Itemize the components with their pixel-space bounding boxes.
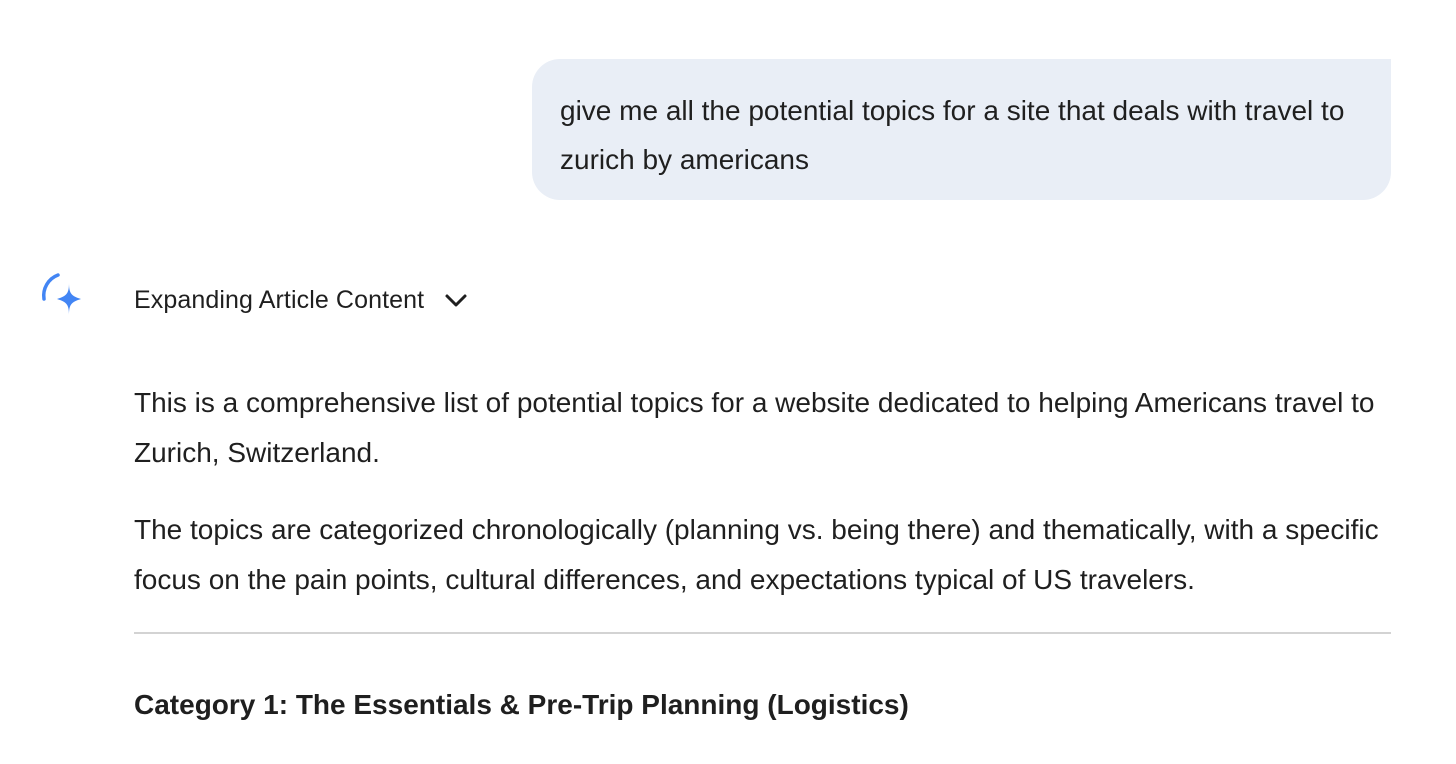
response-paragraph: The topics are categorized chronological… — [134, 514, 1379, 595]
response-paragraph: This is a comprehensive list of potentia… — [134, 387, 1375, 468]
chat-page: give me all the potential topics for a s… — [0, 0, 1456, 764]
assistant-response: This is a comprehensive list of potentia… — [134, 378, 1391, 604]
user-message-bubble: give me all the potential topics for a s… — [532, 59, 1391, 200]
user-message-text: give me all the potential topics for a s… — [560, 95, 1345, 175]
gemini-sparkle-icon — [40, 270, 86, 316]
thinking-toggle[interactable]: Expanding Article Content — [134, 281, 468, 319]
chevron-down-icon[interactable] — [444, 288, 468, 312]
thinking-title: Expanding Article Content — [134, 285, 425, 314]
category-heading: Category 1: The Essentials & Pre-Trip Pl… — [134, 689, 909, 720]
section-divider — [134, 632, 1391, 634]
